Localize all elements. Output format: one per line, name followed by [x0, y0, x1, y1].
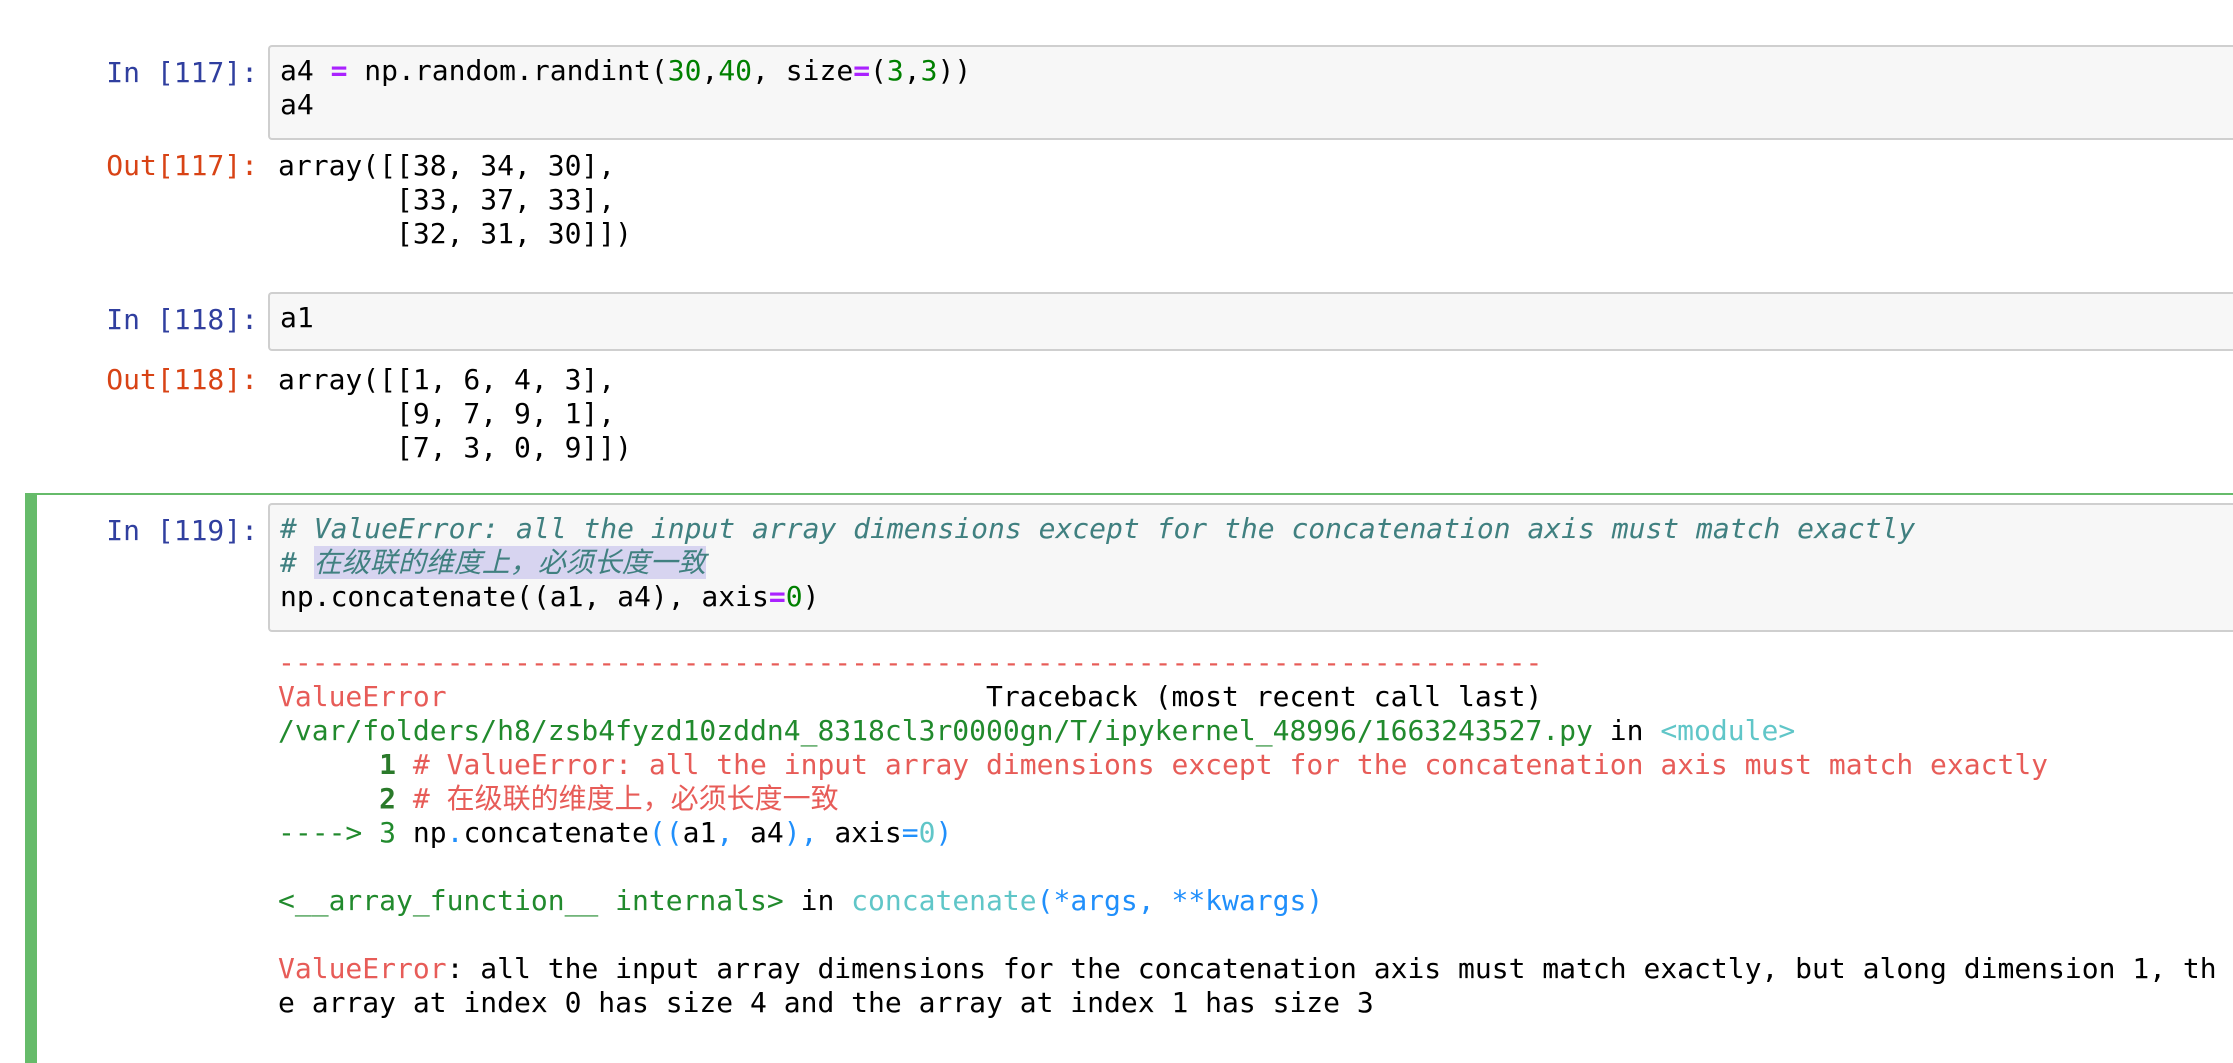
traceback-output: ----------------------------------------… [278, 646, 2217, 1020]
error-name: ValueError [278, 680, 447, 713]
code-input[interactable]: # ValueError: all the input array dimens… [268, 503, 2233, 632]
code-comment-line: # 在级联的维度上，必须长度一致 [280, 546, 706, 579]
output-line: [33, 37, 33], [278, 183, 616, 216]
traceback-context-line: 1 # ValueError: all the input array dime… [379, 748, 2049, 781]
in-prompt: In [117]: [106, 56, 258, 89]
traceback-context-line: 2 # 在级联的维度上，必须长度一致 [379, 782, 839, 815]
traceback-error-line: ----> 3 np.concatenate((a1, a4), axis=0) [278, 816, 953, 849]
code-input[interactable]: a4 = np.random.randint(30,40, size=(3,3)… [268, 45, 2233, 140]
text-selection-highlight: 在级联的维度上，必须长度一致 [313, 546, 706, 579]
code-line: a4 [280, 88, 314, 121]
module-name: <module> [1660, 714, 1796, 747]
error-arrow: ----> 3 [278, 816, 413, 849]
in-prompt: In [119]: [106, 514, 258, 547]
code-line: a4 = np.random.randint(30,40, size=(3,3)… [280, 54, 972, 87]
output-line: array([[1, 6, 4, 3], [278, 363, 616, 396]
code-line: np.concatenate((a1, a4), axis=0) [280, 580, 820, 613]
output-line: array([[38, 34, 30], [278, 149, 616, 182]
selected-cell-indicator [25, 493, 37, 1063]
error-name: ValueError [278, 952, 447, 985]
out-prompt: Out[118]: [106, 363, 258, 396]
cell-output: array([[38, 34, 30], [33, 37, 33], [32, … [278, 149, 632, 251]
cell-output: array([[1, 6, 4, 3], [9, 7, 9, 1], [7, 3… [278, 363, 632, 465]
final-error-line: ValueError: all the input array dimensio… [278, 952, 2217, 985]
output-line: [7, 3, 0, 9]]) [278, 431, 633, 464]
final-error-line: e array at index 0 has size 4 and the ar… [278, 986, 1374, 1019]
code-comment-line: # ValueError: all the input array dimens… [280, 512, 1916, 545]
code-input[interactable]: a1 [268, 292, 2233, 351]
output-line: [9, 7, 9, 1], [278, 397, 616, 430]
code-line: a1 [280, 301, 314, 334]
in-prompt: In [118]: [106, 303, 258, 336]
traceback-header: ValueError Traceback (most recent call l… [278, 680, 2217, 714]
function-name: concatenate [851, 884, 1037, 917]
traceback-internals-line: <__array_function__ internals> in concat… [278, 884, 1324, 917]
out-prompt: Out[117]: [106, 149, 258, 182]
output-line: [32, 31, 30]]) [278, 217, 633, 250]
traceback-file-line: /var/folders/h8/zsb4fyzd10zddn4_8318cl3r… [278, 714, 1796, 747]
file-path-link[interactable]: /var/folders/h8/zsb4fyzd10zddn4_8318cl3r… [278, 714, 1593, 747]
traceback-header-right: Traceback (most recent call last) [986, 680, 1543, 713]
traceback-rule: ----------------------------------------… [278, 646, 1543, 679]
